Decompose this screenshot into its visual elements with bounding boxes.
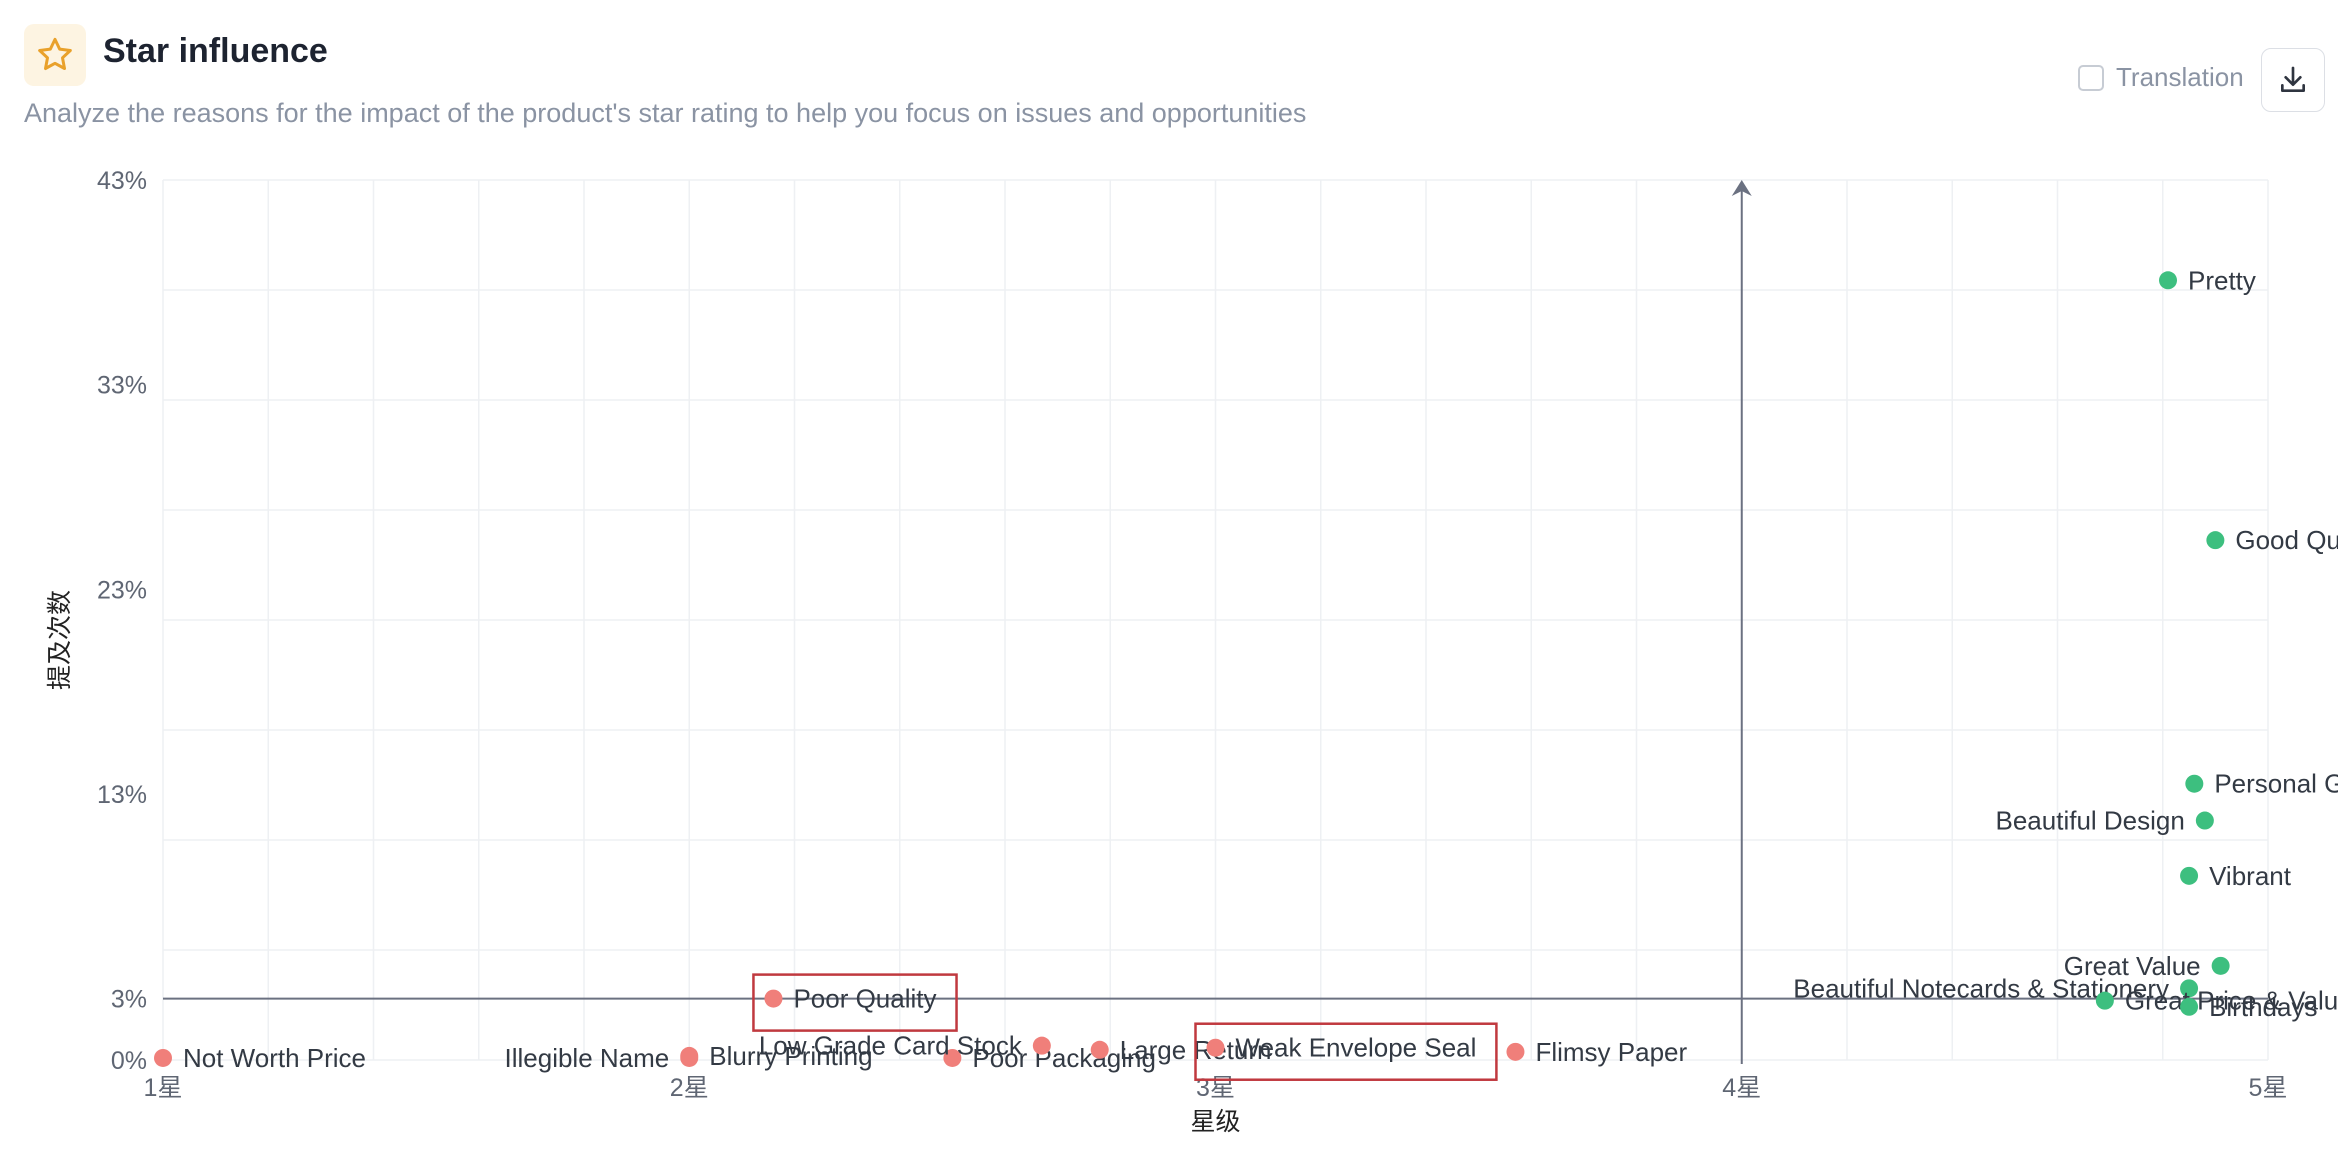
data-point[interactable] [2195, 811, 2214, 830]
data-point[interactable] [680, 1046, 699, 1065]
x-tick-label: 4星 [1722, 1074, 1761, 1102]
x-tick-label: 1星 [144, 1074, 183, 1102]
data-point[interactable] [1206, 1038, 1225, 1057]
x-axis-title: 星级 [1190, 1107, 1240, 1136]
data-point[interactable] [764, 989, 783, 1008]
data-point-label: Vibrant [2209, 861, 2292, 891]
data-point-label: Personal Greeting [2214, 769, 2338, 799]
y-tick-label: 23% [97, 576, 147, 604]
y-tick-label: 43% [97, 167, 147, 195]
data-point[interactable] [2159, 271, 2178, 290]
data-point[interactable] [2180, 866, 2199, 885]
data-point-label: Low Grade Card Stock [759, 1031, 1023, 1061]
data-point-label: Birthdays [2209, 992, 2317, 1022]
y-axis-title: 提及次数 [45, 590, 74, 690]
x-tick-label: 5星 [2249, 1074, 2288, 1102]
data-point-label: Flimsy Paper [1535, 1037, 1687, 1067]
star-influence-panel: Star influence Analyze the reasons for t… [0, 0, 2338, 1155]
data-point-label: Weak Envelope Seal [1236, 1033, 1477, 1063]
data-point[interactable] [2095, 991, 2114, 1010]
data-point[interactable] [2180, 997, 2199, 1016]
data-point-label: Illegible Name [505, 1043, 670, 1073]
data-point-label: Beautiful Design [1996, 806, 2185, 836]
data-point[interactable] [2206, 531, 2225, 550]
y-tick-label: 33% [97, 372, 147, 400]
y-tick-label: 3% [111, 986, 147, 1014]
data-point-label: Not Worth Price [183, 1043, 366, 1073]
data-point[interactable] [1090, 1040, 1109, 1059]
x-tick-label: 2星 [670, 1074, 709, 1102]
x-tick-label: 3星 [1196, 1074, 1235, 1102]
data-point-label: Poor Quality [793, 984, 936, 1014]
data-point[interactable] [154, 1048, 172, 1067]
data-point[interactable] [1506, 1042, 1525, 1061]
data-point[interactable] [1032, 1036, 1051, 1055]
data-point[interactable] [2211, 956, 2230, 975]
data-point-label: Pretty [2188, 265, 2256, 295]
star-influence-chart: 0% 3% 13% 23% 33% 43% 1星 2星 3星 4星 5星星级 提及次数 Not Wort… [45, 167, 2338, 1136]
data-point[interactable] [2185, 774, 2204, 793]
y-tick-label: 13% [97, 781, 147, 809]
data-point-label: Good Quality [2235, 525, 2338, 555]
y-tick-label: 0% [111, 1047, 147, 1075]
